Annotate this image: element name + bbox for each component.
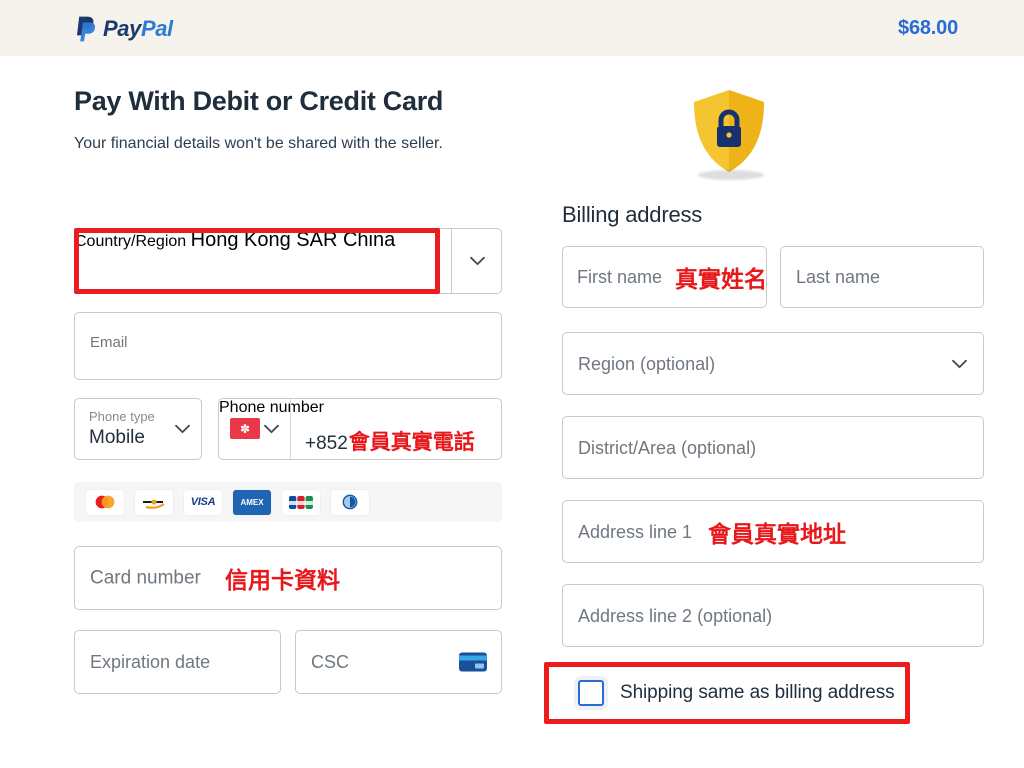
phone-country-code-select[interactable]: ✽ (219, 399, 291, 459)
paypal-mark-icon (77, 16, 96, 42)
phone-number-value: +852 會員真實電話 (305, 426, 475, 456)
country-region-label: Country/Region (75, 233, 187, 250)
page-subtitle: Your financial details won't be shared w… (74, 134, 443, 152)
phone-number-field[interactable]: ✽ Phone number +852 會員真實電話 (218, 398, 502, 460)
expiry-csc-row: Expiration date CSC (74, 630, 502, 694)
jcb-icon (282, 489, 320, 515)
name-row: First name 真實姓名 Last name (562, 246, 984, 308)
chevron-down-icon (264, 424, 279, 434)
shipping-same-label: Shipping same as billing address (620, 682, 895, 703)
first-name-placeholder: First name (577, 267, 663, 287)
address-line-2-field[interactable]: Address line 2 (optional) (562, 584, 984, 647)
paypal-logo[interactable]: PayPal (76, 16, 173, 42)
paypal-guest-checkout-page: PayPal $68.00 Pay With Debit or Credit C… (0, 0, 1024, 768)
expiration-date-field[interactable]: Expiration date (74, 630, 281, 694)
billing-address-heading: Billing address (562, 202, 703, 227)
first-name-field[interactable]: First name 真實姓名 (562, 246, 767, 308)
district-area-field[interactable]: District/Area (optional) (562, 416, 984, 479)
email-field[interactable]: Email (74, 312, 502, 380)
csc-field[interactable]: CSC (295, 630, 502, 694)
address-line-1-annotation-text: 會員真實地址 (708, 521, 846, 548)
logo-text-pay: Pay (103, 16, 141, 41)
country-region-select[interactable]: Country/Region Hong Kong SAR China (74, 228, 502, 294)
mastercard-icon (86, 489, 124, 515)
region-placeholder: Region (optional) (578, 353, 716, 374)
first-name-annotation-text: 真實姓名 (675, 267, 767, 293)
address-line-1-field[interactable]: Address line 1 會員真實地址 (562, 500, 984, 563)
phone-row: Phone type Mobile ✽ Phone number +852 會員… (74, 398, 502, 460)
phone-country-prefix: +852 (305, 433, 348, 454)
accepted-cards-strip: VISA AMEX (74, 482, 502, 522)
district-area-placeholder: District/Area (optional) (578, 437, 757, 458)
expiration-date-placeholder: Expiration date (90, 652, 211, 672)
email-placeholder: Email (90, 334, 128, 351)
shipping-same-checkbox[interactable] (574, 676, 608, 710)
card-number-field[interactable]: Card number 信用卡資料 (74, 546, 502, 610)
logo-text-pal: Pal (140, 16, 173, 41)
order-amount: $68.00 (898, 17, 958, 39)
phone-annotation-text: 會員真實電話 (348, 430, 475, 454)
diners-club-icon (331, 489, 369, 515)
phone-type-select[interactable]: Phone type Mobile (74, 398, 202, 460)
region-select[interactable]: Region (optional) (562, 332, 984, 395)
phone-type-label: Phone type (89, 409, 155, 424)
country-region-value: Hong Kong SAR China (190, 229, 396, 251)
csc-placeholder: CSC (311, 652, 350, 672)
last-name-placeholder: Last name (796, 267, 881, 287)
chevron-down-icon (175, 424, 190, 434)
phone-type-value: Mobile (89, 427, 145, 448)
amex-icon: AMEX (233, 489, 271, 515)
page-header: PayPal $68.00 (0, 0, 1024, 56)
country-region-value-box[interactable]: Country/Region Hong Kong SAR China (74, 228, 452, 294)
last-name-field[interactable]: Last name (780, 246, 984, 308)
maestro-icon (135, 489, 173, 515)
visa-icon: VISA (184, 489, 222, 515)
shipping-same-as-billing-row[interactable]: Shipping same as billing address (562, 668, 924, 718)
card-number-placeholder: Card number (90, 567, 201, 589)
address-line-2-placeholder: Address line 2 (optional) (578, 605, 773, 626)
address-line-1-placeholder: Address line 1 (578, 521, 693, 542)
credit-card-icon (459, 652, 487, 672)
card-number-annotation-text: 信用卡資料 (225, 568, 340, 594)
card-details-column: Pay With Debit or Credit Card Your finan… (74, 86, 502, 694)
country-region-dropdown-button[interactable] (451, 228, 502, 294)
hong-kong-flag-icon: ✽ (230, 418, 260, 439)
chevron-down-icon (952, 359, 967, 368)
chevron-down-icon (470, 256, 485, 266)
page-title: Pay With Debit or Credit Card (74, 86, 444, 116)
shield-lock-icon (684, 86, 774, 186)
